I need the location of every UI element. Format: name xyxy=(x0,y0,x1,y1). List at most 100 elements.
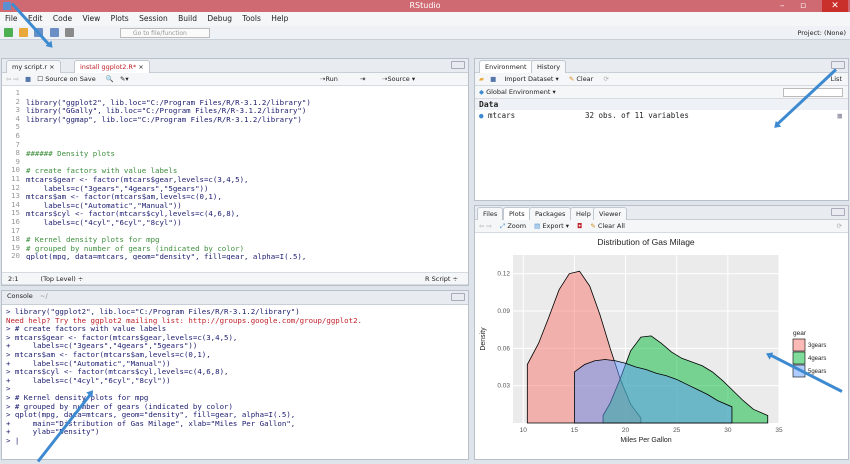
window-title: RStudio xyxy=(409,1,441,10)
x-tick-label: 20 xyxy=(622,427,630,434)
tab-files[interactable]: Files xyxy=(477,207,504,220)
scope-selector[interactable]: (Top Level) ÷ xyxy=(41,275,84,283)
new-file-icon[interactable] xyxy=(4,28,13,37)
tab-viewer[interactable]: Viewer xyxy=(593,207,628,220)
console-line: + labels=c("4cyl","6cyl","8cyl")) xyxy=(6,375,171,385)
goto-file-input[interactable]: Go to file/function xyxy=(120,28,210,38)
console-tabbar: Console ~/ xyxy=(2,291,468,305)
save-file-icon[interactable]: ■ xyxy=(25,75,31,83)
console-line: + ylab="Density") xyxy=(6,427,100,437)
line-number: 14 xyxy=(11,199,20,209)
line-number: 11 xyxy=(11,174,20,183)
code-tools-icon[interactable]: ✎▾ xyxy=(120,75,129,83)
menu-file[interactable]: File xyxy=(5,14,18,23)
y-tick-label: 0.09 xyxy=(497,308,510,315)
view-data-icon[interactable]: ▦ xyxy=(837,110,842,122)
refresh-icon[interactable]: ⟳ xyxy=(603,75,608,83)
remove-plot-icon[interactable]: ◘ xyxy=(577,222,582,230)
run-button[interactable]: ⇢Run xyxy=(320,73,338,86)
menu-build[interactable]: Build xyxy=(178,14,197,23)
env-var-desc: 32 obs. of 11 variables xyxy=(585,111,689,120)
rstudio-logo-icon xyxy=(3,2,11,10)
line-number: 13 xyxy=(11,191,20,201)
menu-session[interactable]: Session xyxy=(139,14,168,23)
line-number: 7 xyxy=(15,139,20,149)
menu-help[interactable]: Help xyxy=(271,14,288,23)
line-number: 16 xyxy=(11,217,20,226)
legend-label: 4gears xyxy=(808,356,826,362)
pane-minimize-button[interactable] xyxy=(451,61,465,69)
minimize-button[interactable]: – xyxy=(780,0,785,12)
import-dataset-button[interactable]: Import Dataset ▾ xyxy=(504,75,558,83)
legend-key-4gears xyxy=(792,351,806,365)
line-number: 19 xyxy=(11,242,20,252)
tab-install-ggplot2[interactable]: install ggplot2.R* × xyxy=(74,60,150,73)
menu-plots[interactable]: Plots xyxy=(111,14,129,23)
close-button[interactable]: ✕ xyxy=(822,0,848,12)
tab-packages[interactable]: Packages xyxy=(529,207,572,220)
x-axis-label: Miles Per Gallon xyxy=(620,437,671,444)
plot-refresh-icon[interactable]: ⟳ xyxy=(837,220,842,233)
global-env-selector[interactable]: ◆ Global Environment ▾ xyxy=(479,88,556,96)
chart-title: Distribution of Gas Milage xyxy=(597,237,695,247)
tab-environment[interactable]: Environment xyxy=(479,60,533,73)
source-button[interactable]: ⇢Source ▾ xyxy=(382,73,415,86)
x-tick-label: 35 xyxy=(775,427,783,434)
environment-tabbar: Environment History xyxy=(475,59,848,73)
tab-my-script[interactable]: my script.r × xyxy=(6,60,61,73)
menu-bar: File Edit Code View Plots Session Build … xyxy=(0,12,850,26)
source-on-save-checkbox[interactable]: ☐ Source on Save xyxy=(37,75,95,83)
plots-toolbar: ⇦ ⇨ ⤢ Zoom ▤ Export ▾ ◘ ✎ Clear All ⟳ xyxy=(475,220,848,233)
env-minimize-button[interactable] xyxy=(831,61,845,69)
menu-code[interactable]: Code xyxy=(53,14,72,23)
clear-all-button[interactable]: ✎ Clear All xyxy=(590,222,625,230)
console-minimize-button[interactable] xyxy=(451,293,465,301)
clear-env-button[interactable]: ✎ Clear xyxy=(569,75,594,83)
tab-history[interactable]: History xyxy=(531,60,567,73)
density-plot: 10 15 20 25 30 35 0.03 0.06 0.09 0.12 Distribution… xyxy=(480,237,826,444)
menu-debug[interactable]: Debug xyxy=(207,14,232,23)
open-project-icon[interactable] xyxy=(19,28,29,37)
line-number: 2 xyxy=(15,96,20,106)
print-icon[interactable] xyxy=(64,28,74,37)
menu-tools[interactable]: Tools xyxy=(242,14,260,23)
y-tick-label: 0.03 xyxy=(497,383,510,390)
x-tick-label: 25 xyxy=(673,427,681,434)
line-number: 6 xyxy=(15,131,20,140)
expand-icon[interactable]: ● xyxy=(479,111,484,120)
legend-key-3gears xyxy=(792,338,806,352)
env-var-name: mtcars xyxy=(488,111,516,120)
maximize-button[interactable]: ▫ xyxy=(800,0,806,12)
console-pane: Console ~/ > library("ggplot2", lib.loc=… xyxy=(1,290,469,460)
main-toolbar: Go to file/function Project: (None) xyxy=(0,26,850,40)
x-tick-label: 15 xyxy=(571,427,579,434)
zoom-button[interactable]: ⤢ Zoom xyxy=(500,222,526,230)
code-line: qplot(mpg, data=mtcars, geom="density", … xyxy=(26,252,307,260)
file-type-selector[interactable]: R Script ÷ xyxy=(425,273,458,286)
y-axis-label: Density xyxy=(480,327,487,351)
console-output[interactable]: > library("ggplot2", lib.loc="C:/Program… xyxy=(2,305,468,455)
tab-plots[interactable]: Plots xyxy=(503,207,531,220)
cursor-position: 2:1 xyxy=(8,275,19,283)
rerun-button[interactable]: ⇥ xyxy=(360,73,365,86)
code-line: library("ggmap", lib.loc="C:/Program Fil… xyxy=(26,114,302,124)
window-titlebar: RStudio – ▫ ✕ xyxy=(0,0,850,12)
plots-minimize-button[interactable] xyxy=(831,208,845,216)
legend-label: 3gears xyxy=(808,343,826,349)
line-number: 12 xyxy=(11,182,20,192)
export-button[interactable]: ▤ Export ▾ xyxy=(534,222,569,230)
line-number: 1 xyxy=(15,88,20,97)
save-all-icon[interactable] xyxy=(49,28,59,37)
plot-nav-icon[interactable]: ⇦ ⇨ xyxy=(479,222,492,230)
code-editor[interactable]: 1 2 library("ggplot2", lib.loc="C:/Program… xyxy=(2,86,468,260)
line-number: 20 xyxy=(11,251,20,260)
project-menu[interactable]: Project: (None) xyxy=(797,26,846,40)
search-icon[interactable]: 🔍 xyxy=(106,75,114,83)
console-path: ~/ xyxy=(40,292,48,300)
load-workspace-icon[interactable]: ▰ xyxy=(479,75,484,83)
back-arrow-icon[interactable]: ⇦ ⇨ xyxy=(6,75,19,83)
console-line: > | xyxy=(6,436,20,445)
line-number: 5 xyxy=(15,122,20,132)
menu-view[interactable]: View xyxy=(82,14,100,23)
save-workspace-icon[interactable]: ■ xyxy=(490,75,496,83)
